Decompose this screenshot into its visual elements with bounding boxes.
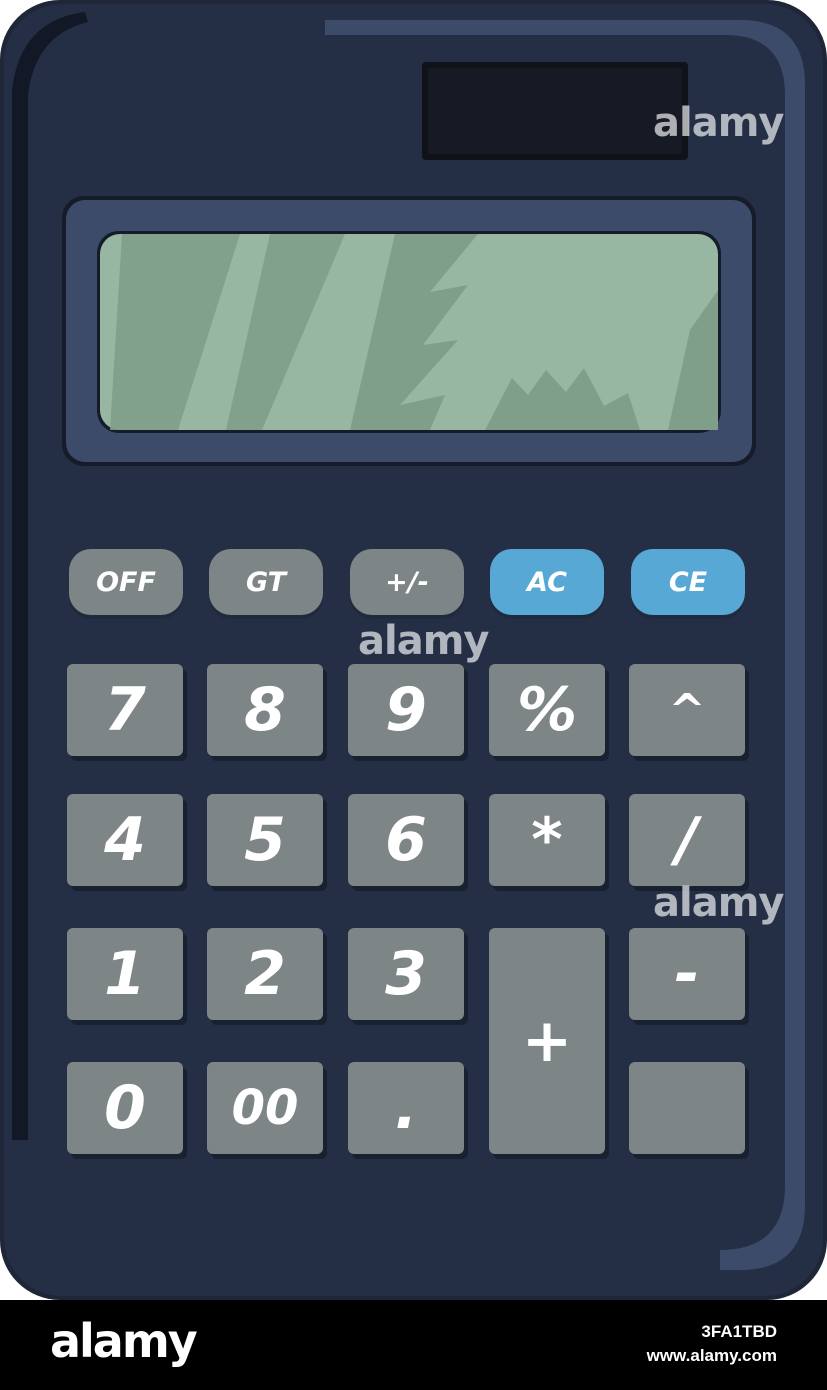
key-2[interactable]: 2	[207, 928, 323, 1020]
key-3[interactable]: 3	[348, 928, 464, 1020]
decimal-key[interactable]: .	[348, 1062, 464, 1154]
equals-key[interactable]	[629, 1062, 745, 1154]
key-9[interactable]: 9	[348, 664, 464, 756]
source-url: www.alamy.com	[646, 1346, 777, 1365]
plus-minus-button[interactable]: +/-	[350, 549, 464, 615]
plus-key[interactable]: +	[489, 928, 605, 1154]
alamy-logo: alamy	[50, 1314, 198, 1368]
clear-entry-button[interactable]: CE	[631, 549, 745, 615]
watermark-logo: alamy	[653, 100, 784, 146]
off-button[interactable]: OFF	[69, 549, 183, 615]
percent-key[interactable]: %	[489, 664, 605, 756]
stock-photo-footer: alamy 3FA1TBD www.alamy.com	[0, 1300, 827, 1390]
grand-total-button[interactable]: GT	[209, 549, 323, 615]
key-7[interactable]: 7	[67, 664, 183, 756]
multiply-key[interactable]: *	[489, 794, 605, 886]
key-6[interactable]: 6	[348, 794, 464, 886]
key-5[interactable]: 5	[207, 794, 323, 886]
power-key[interactable]: ^	[629, 664, 745, 756]
key-4[interactable]: 4	[67, 794, 183, 886]
image-id: 3FA1TBD	[701, 1322, 777, 1341]
watermark-logo: alamy	[358, 618, 489, 664]
watermark-logo: alamy	[653, 880, 784, 926]
all-clear-button[interactable]: AC	[490, 549, 604, 615]
key-1[interactable]: 1	[67, 928, 183, 1020]
key-0[interactable]: 0	[67, 1062, 183, 1154]
key-8[interactable]: 8	[207, 664, 323, 756]
divide-key[interactable]: /	[629, 794, 745, 886]
minus-key[interactable]: -	[629, 928, 745, 1020]
key-00[interactable]: 00	[207, 1062, 323, 1154]
